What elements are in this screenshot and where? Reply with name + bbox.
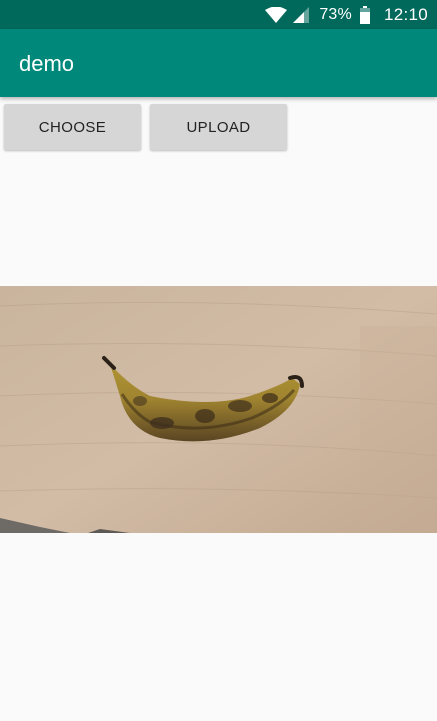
signal-icon bbox=[293, 6, 310, 23]
app-title: demo bbox=[19, 51, 75, 76]
status-icons: 73% 12:10 bbox=[265, 0, 428, 29]
battery-percent: 73% bbox=[319, 5, 352, 23]
clock: 12:10 bbox=[383, 4, 428, 24]
app-bar: demo bbox=[0, 29, 437, 97]
banana-photo bbox=[0, 286, 437, 533]
photo-canvas bbox=[0, 286, 437, 533]
choose-button[interactable]: CHOOSE bbox=[4, 104, 141, 150]
battery-icon bbox=[359, 5, 370, 24]
wifi-icon bbox=[265, 6, 288, 23]
upload-button[interactable]: UPLOAD bbox=[150, 104, 287, 150]
status-bar: 73% 12:10 bbox=[0, 0, 437, 29]
